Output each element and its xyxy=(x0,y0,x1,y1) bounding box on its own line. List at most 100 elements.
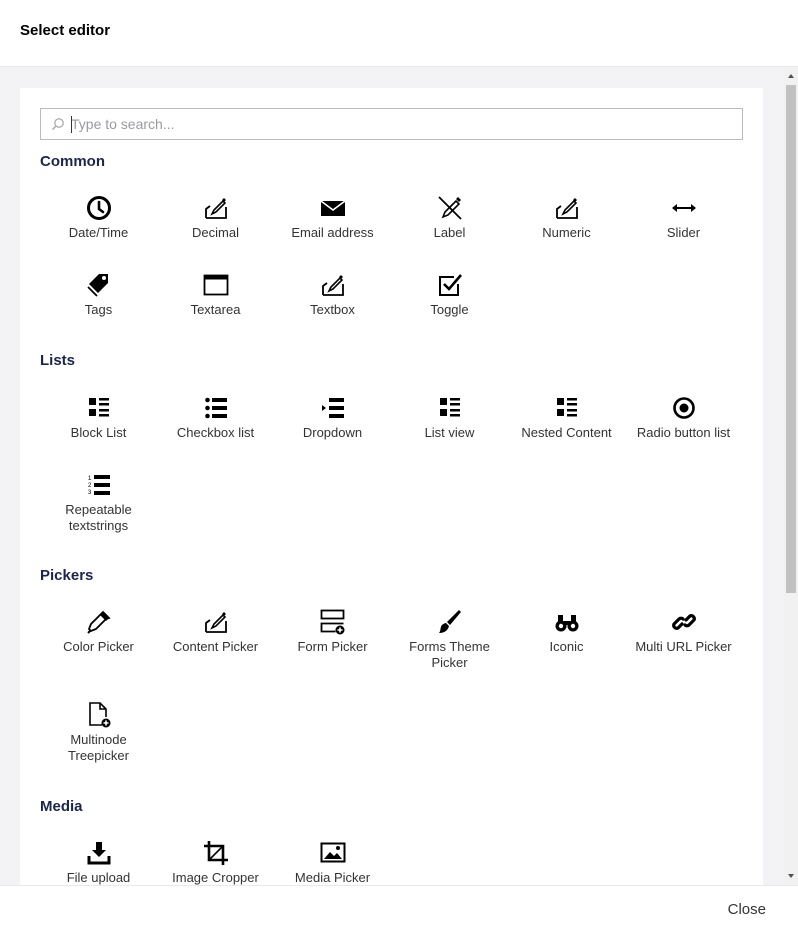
radio-button-icon xyxy=(672,397,695,419)
scroll-up-arrow-icon[interactable] xyxy=(788,74,794,78)
editor-label: Iconic xyxy=(549,639,584,654)
section-title-pickers: Pickers xyxy=(40,567,94,584)
editor-image-cropper[interactable]: Image Cropper xyxy=(157,840,274,885)
editor-label: Repeatable textstrings xyxy=(65,502,132,533)
link-icon xyxy=(671,614,696,630)
editor-form-picker[interactable]: Form Picker xyxy=(274,609,391,655)
editor-label: Toggle xyxy=(430,302,469,317)
picture-icon xyxy=(320,842,345,863)
editor-iconic[interactable]: Iconic xyxy=(508,609,625,655)
window-icon xyxy=(203,274,228,296)
block-list-icon xyxy=(556,398,577,417)
editor-textbox[interactable]: Textbox xyxy=(274,272,391,318)
editor-nested-content[interactable]: Nested Content xyxy=(508,395,625,441)
editor-label: Dropdown xyxy=(302,425,363,440)
dropdown-list-icon xyxy=(321,398,344,418)
search-icon xyxy=(51,118,64,131)
clock-icon xyxy=(86,196,111,220)
editor-repeatable-textstrings[interactable]: 123 Repeatable textstrings xyxy=(40,472,157,534)
editor-label: Form Picker xyxy=(297,639,368,654)
edit-icon xyxy=(555,198,578,219)
editor-label: List view xyxy=(424,425,475,440)
dialog-body: Common Date/Time Decimal Email address L… xyxy=(0,67,798,885)
section-title-media: Media xyxy=(40,798,83,815)
editor-label: Multinode Treepicker xyxy=(68,732,129,763)
editor-label: File upload xyxy=(66,870,131,885)
numbered-list-icon: 123 xyxy=(88,475,110,496)
svg-text:3: 3 xyxy=(88,490,92,496)
svg-text:2: 2 xyxy=(88,483,92,489)
search-input[interactable] xyxy=(71,109,731,139)
envelope-icon xyxy=(320,200,345,216)
dialog-header: Select editor xyxy=(0,0,798,67)
download-tray-icon xyxy=(87,842,110,865)
editor-label: Decimal xyxy=(192,225,239,240)
editor-textarea[interactable]: Textarea xyxy=(157,272,274,318)
editor-label: Multi URL Picker xyxy=(635,639,732,654)
editor-multinode-treepicker[interactable]: Multinode Treepicker xyxy=(40,702,157,764)
editor-checkbox-list[interactable]: Checkbox list xyxy=(157,395,274,441)
editor-decimal[interactable]: Decimal xyxy=(157,195,274,241)
tags-icon xyxy=(86,274,108,297)
editor-label: Color Picker xyxy=(63,639,134,654)
dialog-title: Select editor xyxy=(20,22,111,39)
editor-forms-theme-picker[interactable]: Forms Theme Picker xyxy=(391,609,508,671)
editor-color-picker[interactable]: Color Picker xyxy=(40,609,157,655)
scroll-down-arrow-icon[interactable] xyxy=(788,874,794,878)
eyedropper-icon xyxy=(86,610,111,634)
text-caret xyxy=(71,116,72,133)
editor-label: Image Cropper xyxy=(172,870,259,885)
editor-label: Textbox xyxy=(310,302,355,317)
editor-list-view[interactable]: List view xyxy=(391,395,508,441)
scrollbar-thumb[interactable] xyxy=(786,85,796,593)
editor-media-picker[interactable]: Media Picker xyxy=(274,840,391,885)
vertical-scrollbar[interactable] xyxy=(784,67,798,885)
editor-label: Media Picker xyxy=(294,870,371,885)
editor-label: Date/Time xyxy=(68,225,129,240)
editor-label: Checkbox list xyxy=(176,425,255,440)
editor-label: Textarea xyxy=(190,302,241,317)
editor-label: Email address xyxy=(291,225,374,240)
horizontal-arrows-icon xyxy=(671,204,696,212)
editor-multi-url-picker[interactable]: Multi URL Picker xyxy=(625,609,742,655)
editor-date-time[interactable]: Date/Time xyxy=(40,195,157,241)
crop-icon xyxy=(203,841,228,865)
dialog-footer: Close xyxy=(0,885,798,932)
editor-label: Content Picker xyxy=(172,639,259,654)
editor-label: Nested Content xyxy=(521,425,612,440)
editor-label: Forms Theme Picker xyxy=(409,639,490,670)
editor-tags[interactable]: Tags xyxy=(40,272,157,318)
checkbox-icon xyxy=(438,274,462,296)
pen-crossed-icon xyxy=(437,196,462,220)
editor-label-type[interactable]: Label xyxy=(391,195,508,241)
search-box[interactable] xyxy=(40,108,743,140)
editor-label: Slider xyxy=(666,225,701,240)
edit-icon xyxy=(204,612,227,633)
block-list-icon xyxy=(439,398,460,417)
editor-radio-button-list[interactable]: Radio button list xyxy=(625,395,742,441)
block-list-icon xyxy=(88,398,109,417)
editor-label: Label xyxy=(433,225,466,240)
editor-label: Radio button list xyxy=(636,425,731,440)
close-button[interactable]: Close xyxy=(728,901,766,918)
editor-label: Tags xyxy=(84,302,113,317)
edit-icon xyxy=(321,275,344,296)
editor-content-picker[interactable]: Content Picker xyxy=(157,609,274,655)
editor-label: Numeric xyxy=(542,225,591,240)
editor-email-address[interactable]: Email address xyxy=(274,195,391,241)
editor-label: Block List xyxy=(70,425,127,440)
section-title-common: Common xyxy=(40,153,105,170)
editor-slider[interactable]: Slider xyxy=(625,195,742,241)
editor-block-list[interactable]: Block List xyxy=(40,395,157,441)
editor-toggle[interactable]: Toggle xyxy=(391,272,508,318)
editor-file-upload[interactable]: File upload xyxy=(40,840,157,885)
form-add-icon xyxy=(320,609,344,635)
section-title-lists: Lists xyxy=(40,352,76,369)
binoculars-icon xyxy=(555,615,578,632)
editor-panel: Common Date/Time Decimal Email address L… xyxy=(20,88,763,885)
edit-icon xyxy=(204,198,227,219)
document-add-icon xyxy=(88,702,110,728)
editor-numeric[interactable]: Numeric xyxy=(508,195,625,241)
editor-dropdown[interactable]: Dropdown xyxy=(274,395,391,441)
bullet-list-icon xyxy=(204,397,227,419)
